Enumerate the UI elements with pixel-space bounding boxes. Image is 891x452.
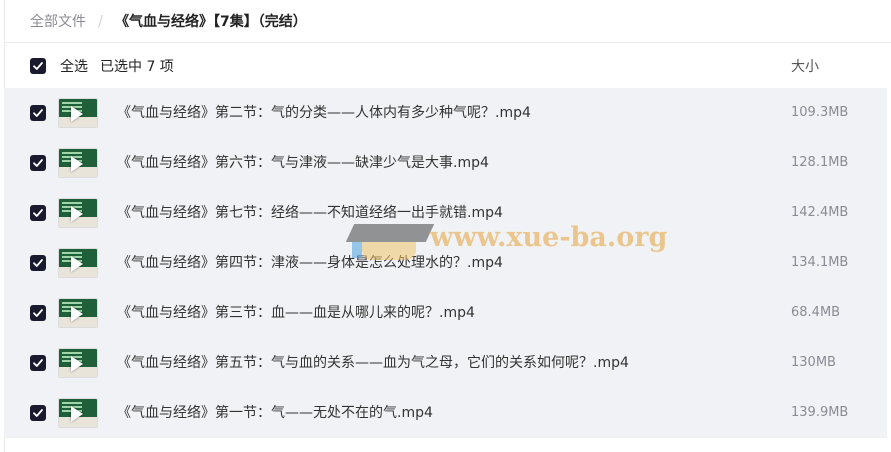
file-row[interactable]: 《气血与经络》第三节：血——血是从哪儿来的呢？.mp4 68.4MB [4, 288, 887, 338]
checkbox-checked-icon [33, 62, 43, 70]
selected-count-label: 已选中 7 项 [100, 58, 174, 75]
file-name[interactable]: 《气血与经络》第五节：气与血的关系——血为气之母，它们的关系如何呢？.mp4 [117, 338, 629, 388]
file-row[interactable]: 《气血与经络》第二节：气的分类——人体内有多少种气呢？.mp4 109.3MB [4, 88, 887, 138]
file-size: 68.4MB [791, 305, 841, 320]
play-icon [71, 256, 83, 272]
play-icon [71, 306, 83, 322]
file-row[interactable]: 《气血与经络》第六节：气与津液——缺津少气是大事.mp4 128.1MB [4, 138, 887, 188]
breadcrumb-root-link[interactable]: 全部文件 [30, 11, 86, 31]
play-icon [71, 406, 83, 422]
checkbox-checked-icon [33, 409, 43, 417]
video-thumbnail[interactable] [58, 398, 98, 428]
video-thumbnail[interactable] [58, 198, 98, 228]
video-thumbnail[interactable] [58, 98, 98, 128]
file-size: 139.9MB [791, 405, 849, 420]
file-checkbox[interactable] [30, 205, 46, 221]
video-thumbnail[interactable] [58, 248, 98, 278]
select-all-checkbox[interactable] [30, 58, 46, 74]
file-size: 130MB [791, 355, 836, 370]
video-thumbnail[interactable] [58, 148, 98, 178]
select-all-label[interactable]: 全选 [60, 56, 88, 76]
video-thumbnail[interactable] [58, 298, 98, 328]
file-checkbox[interactable] [30, 255, 46, 271]
file-name[interactable]: 《气血与经络》第三节：血——血是从哪儿来的呢？.mp4 [117, 288, 475, 338]
file-row[interactable]: 《气血与经络》第四节：津液——身体是怎么处理水的？.mp4 134.1MB [4, 238, 887, 288]
file-name[interactable]: 《气血与经络》第四节：津液——身体是怎么处理水的？.mp4 [117, 238, 503, 288]
breadcrumb-separator: / [98, 12, 104, 30]
file-size: 134.1MB [791, 255, 849, 270]
file-list: 《气血与经络》第二节：气的分类——人体内有多少种气呢？.mp4 109.3MB 《气… [4, 88, 887, 438]
checkbox-checked-icon [33, 309, 43, 317]
breadcrumb-current-folder: 《气血与经络》【7集】（完结） [115, 14, 307, 30]
checkbox-checked-icon [33, 209, 43, 217]
file-name[interactable]: 《气血与经络》第一节：气——无处不在的气.mp4 [117, 388, 433, 438]
file-size: 142.4MB [791, 205, 849, 220]
play-icon [71, 356, 83, 372]
video-thumbnail[interactable] [58, 348, 98, 378]
file-checkbox[interactable] [30, 405, 46, 421]
checkbox-checked-icon [33, 109, 43, 117]
file-row[interactable]: 《气血与经络》第五节：气与血的关系——血为气之母，它们的关系如何呢？.mp4 13… [4, 338, 887, 388]
play-icon [71, 106, 83, 122]
checkbox-checked-icon [33, 359, 43, 367]
breadcrumb: 全部文件 / 《气血与经络》【7集】（完结） [0, 0, 891, 42]
checkbox-checked-icon [33, 259, 43, 267]
play-icon [71, 156, 83, 172]
file-size: 109.3MB [791, 105, 849, 120]
file-row[interactable]: 《气血与经络》第七节：经络——不知道经络一出手就错.mp4 142.4MB [4, 188, 887, 238]
file-size: 128.1MB [791, 155, 849, 170]
file-name[interactable]: 《气血与经络》第二节：气的分类——人体内有多少种气呢？.mp4 [117, 88, 531, 138]
list-header: 全选 已选中 7 项 大小 [4, 43, 891, 88]
checkbox-checked-icon [33, 159, 43, 167]
file-name[interactable]: 《气血与经络》第六节：气与津液——缺津少气是大事.mp4 [117, 138, 489, 188]
size-column-header[interactable]: 大小 [791, 56, 819, 76]
file-name[interactable]: 《气血与经络》第七节：经络——不知道经络一出手就错.mp4 [117, 188, 503, 238]
file-checkbox[interactable] [30, 105, 46, 121]
file-checkbox[interactable] [30, 355, 46, 371]
file-checkbox[interactable] [30, 155, 46, 171]
play-icon [71, 206, 83, 222]
file-checkbox[interactable] [30, 305, 46, 321]
file-row[interactable]: 《气血与经络》第一节：气——无处不在的气.mp4 139.9MB [4, 388, 887, 438]
